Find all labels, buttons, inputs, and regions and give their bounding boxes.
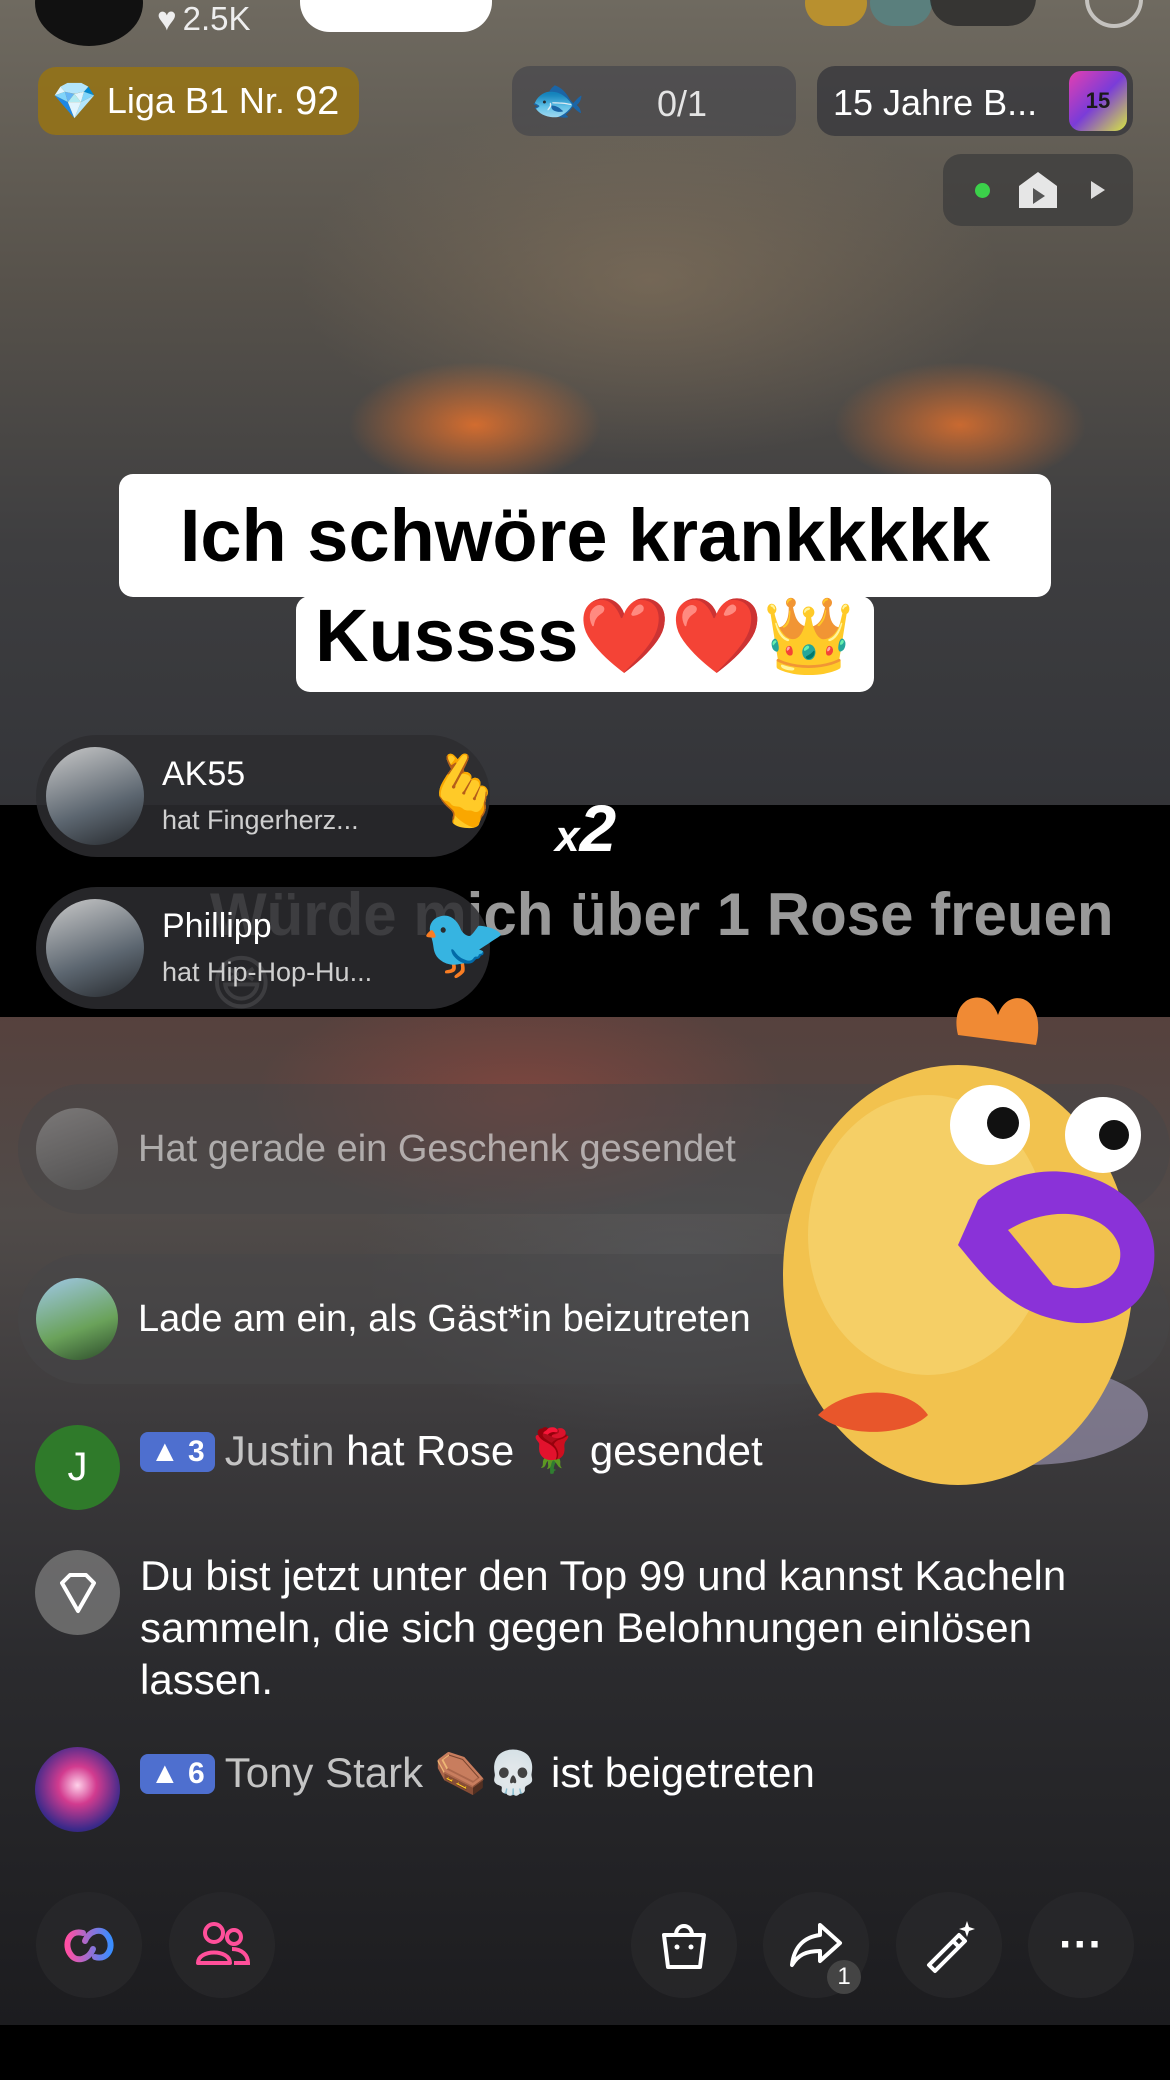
- avatar: [35, 1747, 120, 1832]
- chat-message[interactable]: J ▲ 3 Justin hat Rose 🌹 gesendet: [35, 1425, 763, 1510]
- league-number: 92: [294, 78, 340, 123]
- avatar: [36, 1278, 118, 1360]
- people-icon: [196, 1922, 251, 1965]
- diamond-icon: 💎: [52, 80, 97, 121]
- chat-username[interactable]: Tony Stark ⚰️💀: [225, 1749, 540, 1796]
- gift-action: hat Hip-Hop-Hu...: [162, 957, 373, 987]
- chick-gift-animation: [783, 997, 1155, 1485]
- avatar: [36, 1108, 118, 1190]
- system-chat-message: Du bist jetzt unter den Top 99 und kanns…: [35, 1550, 1140, 1706]
- gift-sender-name: AK55: [162, 755, 246, 793]
- league-badge[interactable]: 💎 Liga B1 Nr. 92: [38, 67, 360, 135]
- diamond-icon: [35, 1550, 120, 1635]
- link-button[interactable]: [36, 1892, 142, 1998]
- like-counter: ♥ 2.5K: [157, 0, 250, 38]
- shopping-bag-icon: [662, 1924, 706, 1969]
- live-dot-icon: [975, 183, 990, 198]
- gift-sender-name: Phillipp: [162, 907, 272, 945]
- home-play-icon: [1019, 172, 1057, 208]
- gift-action: hat Fingerherz...: [162, 805, 359, 835]
- finger-heart-gift-icon: 🫰: [420, 752, 508, 830]
- chat-text: Du bist jetzt unter den Top 99 und kanns…: [140, 1552, 1067, 1703]
- shop-button[interactable]: [631, 1892, 737, 1998]
- more-button[interactable]: ···: [1028, 1892, 1134, 1998]
- league-label: Liga B1 Nr.: [106, 80, 285, 121]
- chat-text: ist beigetreten: [539, 1749, 815, 1796]
- follow-pill[interactable]: [300, 0, 492, 32]
- fish-icon: 🐟: [530, 76, 585, 125]
- share-button[interactable]: 1: [763, 1892, 869, 1998]
- chat-message-body: ▲ 6 Tony Stark ⚰️💀 ist beigetreten: [140, 1747, 815, 1799]
- event-badge-icon: 15: [1069, 71, 1127, 131]
- gift-combo-counter: x2: [555, 791, 617, 865]
- event-title: 15 Jahre B...: [833, 82, 1038, 123]
- bottom-safe-area: [0, 2025, 1170, 2080]
- viewer-count-pill[interactable]: [930, 0, 1036, 26]
- expand-arrow-icon: [1091, 181, 1105, 199]
- caption-line-1: Ich schwöre krankkkkk: [119, 474, 1051, 597]
- goal-progress: 0/1: [657, 83, 708, 124]
- level-badge: ▲ 6: [140, 1754, 215, 1794]
- effects-button[interactable]: [896, 1892, 1002, 1998]
- more-dots-icon: ···: [1059, 1920, 1103, 1969]
- link-icon: [64, 1927, 114, 1963]
- chat-text: hat Rose 🌹 gesendet: [334, 1427, 763, 1474]
- level-badge: ▲ 3: [140, 1432, 215, 1472]
- heart-icon: ♥: [157, 0, 177, 37]
- guests-button[interactable]: [169, 1892, 275, 1998]
- caption-line-2: Kussss❤️❤️👑: [296, 596, 874, 692]
- banner-text: Hat gerade ein Geschenk gesendet: [138, 1128, 736, 1170]
- share-count-badge: 1: [827, 1960, 861, 1994]
- daily-goal-pill[interactable]: 🐟 0/1: [512, 66, 796, 136]
- event-banner[interactable]: 15 Jahre B... 15: [817, 66, 1133, 136]
- avatar: [46, 747, 144, 845]
- hip-hop-bird-gift-icon: 🐦: [420, 904, 508, 982]
- live-room-pill[interactable]: [943, 154, 1133, 226]
- magic-wand-icon: [927, 1921, 975, 1973]
- chat-message-body: ▲ 3 Justin hat Rose 🌹 gesendet: [140, 1425, 763, 1477]
- avatar: J: [35, 1425, 120, 1510]
- like-count: 2.5K: [182, 0, 251, 37]
- banner-text: Lade am ein, als Gäst*in beizutreten: [138, 1298, 751, 1340]
- gift-notification[interactable]: Phillipp hat Hip-Hop-Hu... 🐦: [36, 887, 507, 1009]
- chat-message[interactable]: ▲ 6 Tony Stark ⚰️💀 ist beigetreten: [35, 1747, 815, 1832]
- chat-username[interactable]: Justin: [225, 1427, 335, 1474]
- avatar: [46, 899, 144, 997]
- gift-notification[interactable]: AK55 hat Fingerherz... 🫰: [36, 735, 507, 857]
